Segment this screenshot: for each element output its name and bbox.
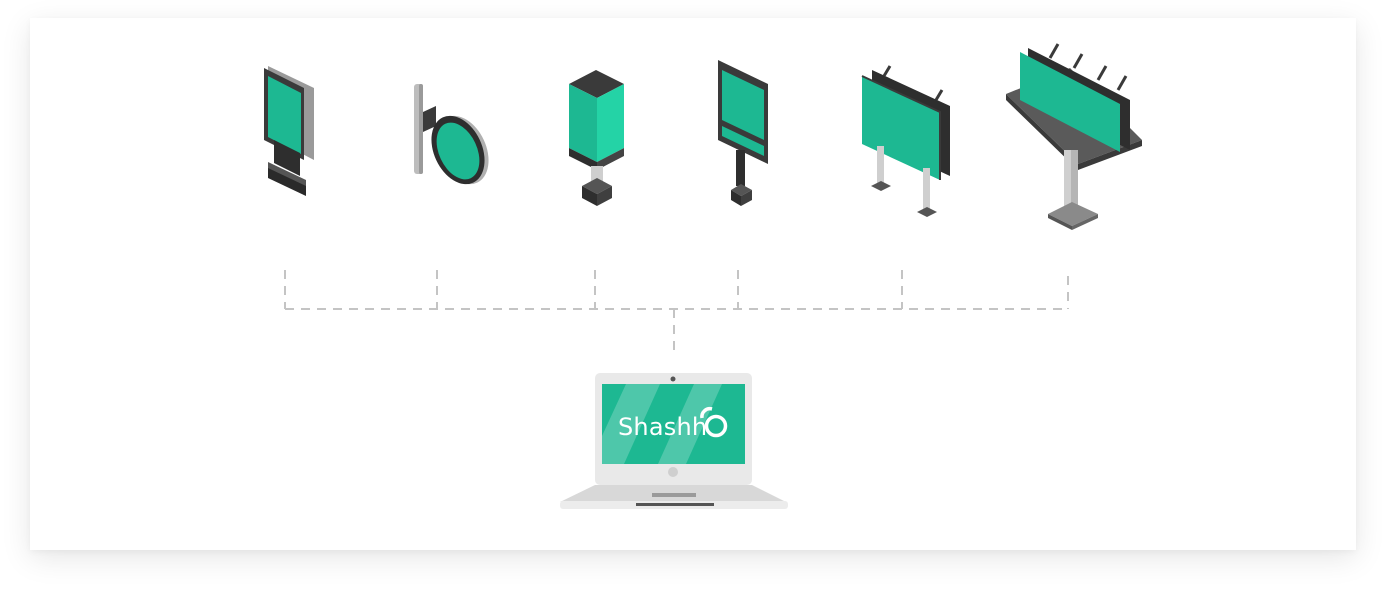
- two-leg-billboard-icon: [861, 65, 950, 217]
- tower-billboard-icon: [1006, 43, 1142, 230]
- network-diagram: [264, 43, 1142, 509]
- connector-lines: [284, 270, 1069, 352]
- laptop-icon: [560, 373, 788, 509]
- pillar-kiosk-icon: [569, 70, 624, 206]
- brand-logo-text: Shashh: [618, 413, 708, 441]
- vertical-lightbox-icon: [264, 66, 314, 196]
- pole-mounted-screen-icon: [718, 60, 768, 206]
- round-blade-sign-icon: [414, 84, 489, 185]
